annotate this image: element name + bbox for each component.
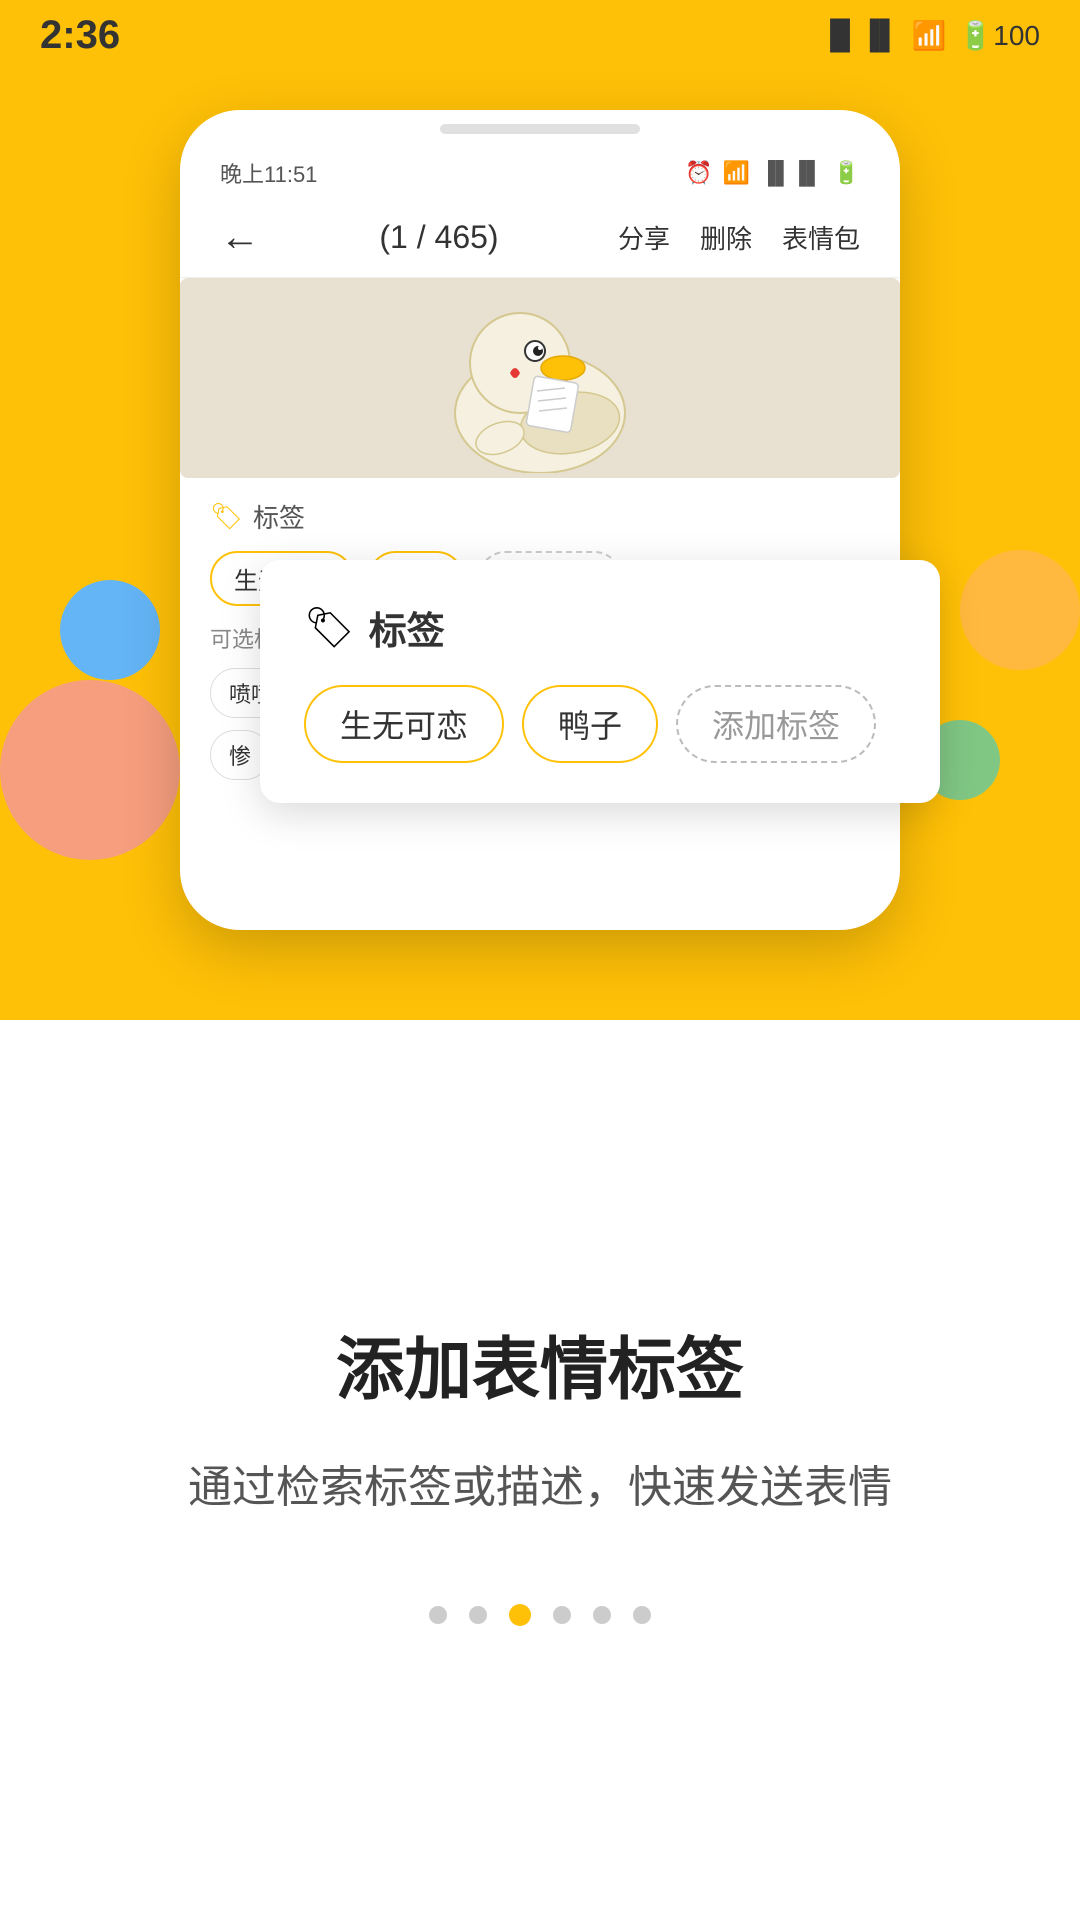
duck-image (180, 278, 900, 478)
popup-tag-1[interactable]: 生无可恋 (304, 685, 504, 763)
app-header: ← (1 / 465) 分享 删除 表情包 (180, 198, 900, 278)
phone-notch (440, 124, 640, 134)
phone-mockup-wrapper: 晚上11:51 ⏰ 📶 ▐▌▐▌ 🔋 ← (1 / 465) 分享 删除 表情包 (180, 110, 900, 930)
page-dot-5[interactable] (593, 1606, 611, 1624)
popup-tags-header: 🏷 标签 (304, 600, 896, 655)
tag-icon: 🏷 (210, 501, 243, 532)
feature-desc: 通过检索标签或描述，快速发送表情 (188, 1453, 892, 1523)
page-dot-1[interactable] (429, 1606, 447, 1624)
tags-header: 🏷 标签 (210, 498, 870, 535)
share-button[interactable]: 分享 (618, 219, 670, 256)
popup-tags-title: 标签 (369, 600, 445, 655)
bg-circle-blue (60, 580, 160, 680)
popup-card: 🏷 标签 生无可恋 鸭子 添加标签 (260, 560, 940, 803)
popup-tags-row: 生无可恋 鸭子 添加标签 (304, 685, 896, 763)
header-title: (1 / 465) (379, 219, 498, 256)
image-preview (180, 278, 900, 478)
inner-wifi-icon: 📶 (723, 160, 750, 186)
inner-signal-icon: ▐▌▐▌ (760, 160, 822, 186)
phone-mockup: 晚上11:51 ⏰ 📶 ▐▌▐▌ 🔋 ← (1 / 465) 分享 删除 表情包 (180, 110, 900, 930)
signal-icon: ▐▌▐▌ (820, 19, 899, 51)
page-dot-3-active[interactable] (509, 1604, 531, 1626)
status-time: 2:36 (40, 13, 120, 58)
alarm-icon: ⏰ (685, 160, 712, 186)
bottom-section: 添加表情标签 通过检索标签或描述，快速发送表情 (0, 1020, 1080, 1920)
feature-title: 添加表情标签 (336, 1314, 744, 1413)
pack-button[interactable]: 表情包 (782, 219, 860, 256)
page-dot-2[interactable] (469, 1606, 487, 1624)
back-button[interactable]: ← (220, 215, 260, 260)
inner-status-bar: 晚上11:51 ⏰ 📶 ▐▌▐▌ 🔋 (180, 148, 900, 198)
bg-circle-orange (960, 550, 1080, 670)
page-dots (429, 1604, 651, 1626)
battery-icon: 🔋100 (958, 19, 1040, 52)
inner-status-right: ⏰ 📶 ▐▌▐▌ 🔋 (685, 160, 860, 186)
bg-circle-pink (0, 680, 180, 860)
popup-tag-icon: 🏷 (304, 604, 355, 651)
popup-tag-2[interactable]: 鸭子 (522, 685, 658, 763)
page-dot-4[interactable] (553, 1606, 571, 1624)
delete-button[interactable]: 删除 (700, 219, 752, 256)
tags-label: 标签 (253, 498, 305, 535)
popup-add-tag-button[interactable]: 添加标签 (676, 685, 876, 763)
page-dot-6[interactable] (633, 1606, 651, 1624)
status-icons: ▐▌▐▌ 📶 🔋100 (820, 19, 1040, 52)
header-actions: 分享 删除 表情包 (618, 219, 860, 256)
wifi-icon: 📶 (912, 19, 947, 52)
inner-time: 晚上11:51 (220, 157, 317, 189)
inner-battery-icon: 🔋 (833, 160, 860, 186)
status-bar: 2:36 ▐▌▐▌ 📶 🔋100 (0, 0, 1080, 70)
